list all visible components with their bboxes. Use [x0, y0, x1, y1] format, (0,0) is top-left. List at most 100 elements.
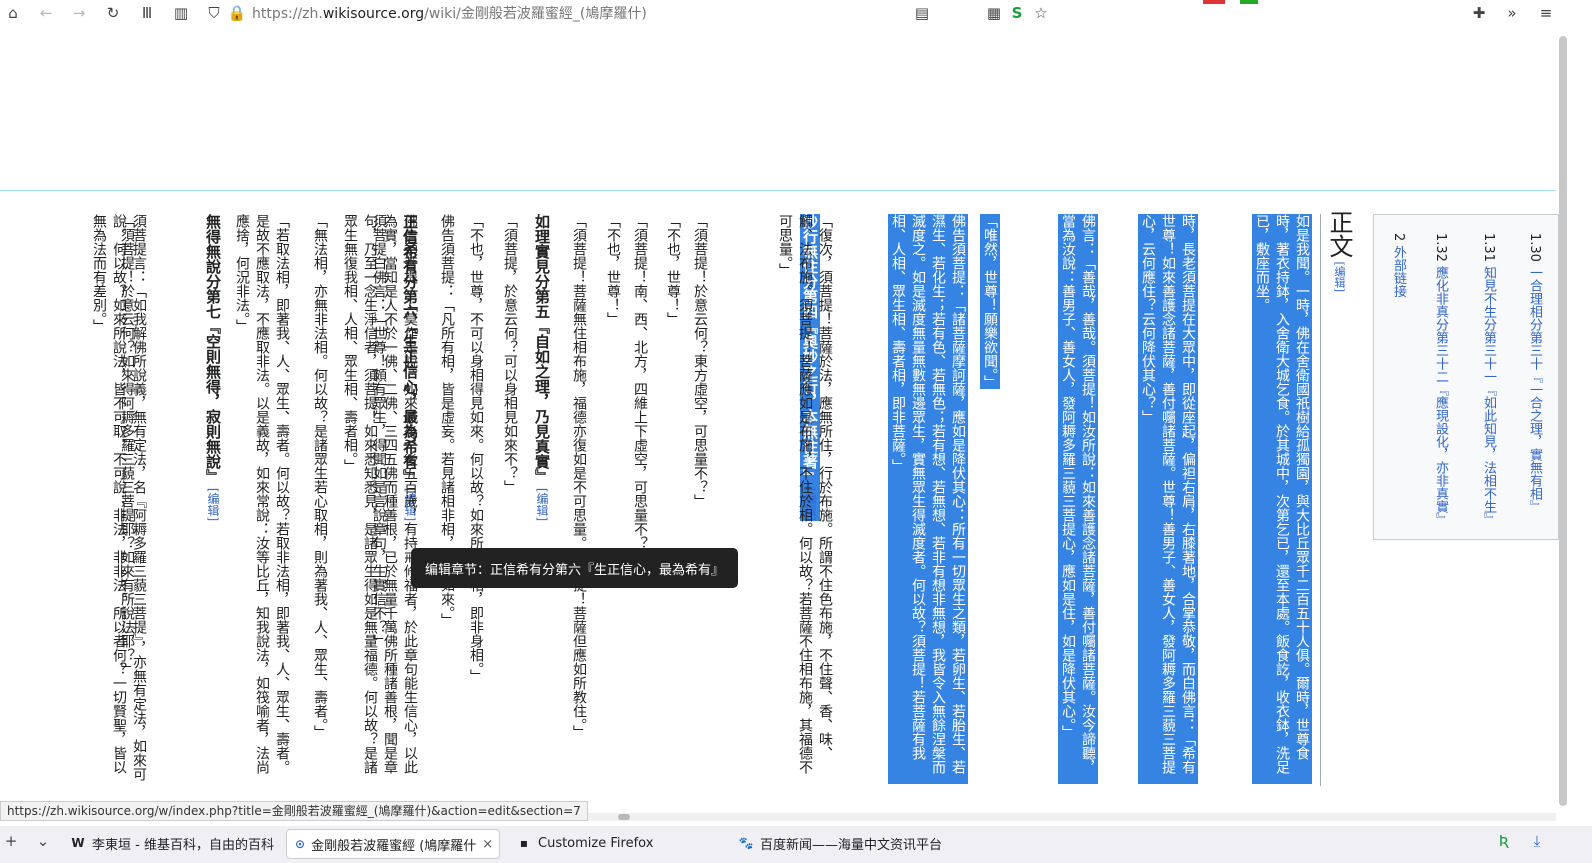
url-domain: wikisource.org — [322, 6, 425, 22]
edit-label[interactable]: 编辑 — [206, 493, 220, 517]
tab-title: 李東垣 - 维基百科，自由的百科 — [92, 837, 274, 853]
column-text: 「不也，世尊，不可以身相得見如來。何以故？如來所說身相，即非身相。」 — [468, 214, 484, 683]
tab-title: Customize Firefox — [538, 835, 654, 851]
column-text: 「不也，世尊！」 — [605, 214, 621, 326]
toc-item-1-30[interactable]: 1.30 一合理相分第三十『一合之理，實無有相』 — [1524, 233, 1544, 513]
address-bar[interactable]: https://zh.wikisource.org/wiki/金剛般若波羅蜜經_… — [252, 3, 647, 23]
download-icon[interactable]: ⤓ — [1528, 832, 1546, 850]
translate-icon[interactable]: Ʀ — [1495, 832, 1513, 850]
scrollbar-thumb[interactable] — [618, 814, 630, 820]
paragraph: 「復次，須菩提！菩薩於法，應無所住，行於布施。所謂不住色布施，不住聲、香、味、觸… — [775, 214, 835, 784]
paragraph: 「須菩提，於意云何？可以身相見如來不？」 — [500, 214, 520, 494]
column-text: 「復次，須菩提！菩薩於法，應無所住，行於布施。所謂不住色布施，不住聲、香、味、觸… — [777, 214, 833, 774]
paragraph: 如是我聞。一時，佛在舍衛國祇樹給孤獨園，與大比丘眾千二百五十人俱。爾時，世尊食時… — [1252, 214, 1312, 784]
paragraph: 「無法相，亦無非法相。何以故？是諸眾生若心取相，則為著我、人、眾生、壽者。」 — [310, 214, 330, 739]
reload-icon[interactable]: ↻ — [104, 4, 122, 22]
toc-item-1-32[interactable]: 1.32 應化非真分第三十二『應現設化，亦非真實』 — [1430, 233, 1450, 526]
home-icon[interactable]: ⌂ — [4, 4, 22, 22]
content-top-border — [0, 190, 1556, 191]
wikipedia-favicon-icon: W — [71, 836, 85, 850]
toc-item-2[interactable]: 2 外部链接 — [1388, 233, 1408, 297]
toc-number: 1.31 — [1481, 233, 1496, 262]
column-text: 「須菩提！南、西、北方，四維上下虛空，可思量不？」 — [632, 214, 648, 564]
tab-wikipedia[interactable]: W 李東垣 - 维基百科，自由的百科 — [62, 829, 276, 857]
paragraph: 佛告須菩提：「莫作是說。如來滅後，後五百歲，有持戒修福者，於此章句能生信心，以此… — [340, 214, 420, 784]
column-text: 佛告須菩提：「諸菩薩摩訶薩，應如是降伏其心：所有一切眾生之類，若卵生、若胎生、若… — [890, 214, 966, 774]
bookmark-star-icon[interactable]: ☆ — [1032, 4, 1050, 22]
forward-icon[interactable]: → — [70, 4, 88, 22]
tab-title: 金剛般若波羅蜜經 (鳩摩羅什 — [311, 838, 477, 854]
new-tab-icon[interactable]: + — [2, 832, 20, 850]
library-icon[interactable]: Ⅲ — [138, 4, 156, 22]
extension-s-icon[interactable]: S — [1008, 4, 1026, 22]
status-url: https://zh.wikisource.org/w/index.php?ti… — [7, 804, 581, 818]
toc-number: 1.32 — [1433, 233, 1448, 262]
column-text: 「不也，世尊！」 — [665, 214, 681, 326]
edit-section-link[interactable]: [编辑] — [206, 484, 220, 521]
chapter-heading: 如理實見分第五『自如之理，乃見真實』 [编辑] — [532, 214, 552, 521]
shield-icon[interactable]: ⛉ — [205, 4, 223, 22]
column-text: 如理實見分第五『自如之理，乃見真實』 — [533, 214, 551, 484]
edit-section-link[interactable]: [编辑] — [535, 484, 549, 521]
tab-list-chevron-icon[interactable]: ⌄ — [34, 832, 52, 850]
lock-icon[interactable]: 🔒 — [228, 4, 247, 22]
column-text: 佛言：「善哉，善哉。須菩提！如汝所說：如來善護念諸菩薩，善付囑諸菩薩。汝今諦聽，… — [1060, 214, 1096, 774]
tab-customize-firefox[interactable]: ▪ Customize Firefox — [508, 829, 718, 857]
paragraph: 「若取法相，即著我、人、眾生、壽者。何以故？若取非法相，即著我、人、眾生、壽者。… — [232, 214, 292, 784]
edit-tooltip: 编辑章节：正信希有分第六『生正信心，最為希有』 — [411, 548, 738, 588]
column-text: 佛告須菩提：「莫作是說。如來滅後，後五百歲，有持戒修福者，於此章句能生信心，以此… — [342, 214, 418, 774]
section-heading-text: 正文 — [1325, 210, 1353, 258]
paragraph: 「不也，世尊！」 — [663, 214, 683, 326]
paragraph: 佛告須菩提：「諸菩薩摩訶薩，應如是降伏其心：所有一切眾生之類，若卵生、若胎生、若… — [888, 214, 968, 784]
column-text: 如是我聞。一時，佛在舍衛國祇樹給孤獨園，與大比丘眾千二百五十人俱。爾時，世尊食時… — [1254, 214, 1310, 774]
reader-icon[interactable]: ▤ — [913, 4, 931, 22]
extension-red-badge[interactable] — [1203, 0, 1225, 4]
toc-label: 外部链接 — [1391, 245, 1406, 298]
vertical-scrollbar[interactable] — [1558, 30, 1568, 810]
heading-divider — [1320, 214, 1321, 786]
paragraph: 「須菩提！菩薩無住相布施，福德亦復如是不可思量。須菩提！菩薩但應如所教住。」 — [569, 214, 589, 739]
baidu-paw-icon: 🐾 — [738, 836, 754, 850]
paragraph: 時，長老須菩提在大眾中，即從座起，偏袒右肩，右膝著地，合掌恭敬，而白佛言：「希有… — [1138, 214, 1198, 784]
table-of-contents: 1.30 一合理相分第三十『一合之理，實無有相』 1.31 知見不生分第三十一『… — [1373, 214, 1559, 540]
column-text: 「須菩提！於意云何？東方虛空，可思量不？」 — [692, 214, 708, 508]
toc-number: 2 — [1391, 233, 1406, 242]
extension-green-badge[interactable] — [1240, 0, 1258, 4]
scrollbar-thumb[interactable] — [1559, 36, 1567, 806]
column-text: 「唯然，世尊！願樂欲聞。」 — [982, 214, 998, 389]
menu-icon[interactable]: ≡ — [1537, 4, 1555, 22]
back-icon[interactable]: ← — [37, 4, 55, 22]
toc-label: 應化非真分第三十二『應現設化，亦非真實』 — [1433, 266, 1448, 527]
column-text: 「無法相，亦無非法相。何以故？是諸眾生若心取相，則為著我、人、眾生、壽者。」 — [312, 214, 328, 739]
paragraph: 須菩提言：「如我解佛所說義，無有定法，名『阿耨多羅三藐三菩提』，亦無有定法，如來… — [89, 214, 149, 784]
column-text: 「須菩提，於意云何？可以身相見如來不？」 — [502, 214, 518, 494]
chapter-heading: 無得無說分第七『空則無得，寂則無說』 [编辑] — [203, 214, 223, 521]
edit-label[interactable]: 编辑 — [535, 493, 549, 517]
toc-label: 一合理相分第三十『一合之理，實無有相』 — [1527, 266, 1542, 514]
column-text: 須菩提言：「如我解佛所說義，無有定法，名『阿耨多羅三藐三菩提』，亦無有定法，如來… — [91, 214, 147, 781]
sidebar-icon[interactable]: ▥ — [172, 4, 190, 22]
paragraph: 「不也，世尊！」 — [603, 214, 623, 326]
tab-close-icon[interactable]: × — [482, 837, 493, 852]
paragraph: 「須菩提！於意云何？東方虛空，可思量不？」 — [690, 214, 710, 508]
overflow-icon[interactable]: » — [1503, 4, 1521, 22]
section-heading: 正文 [编辑] — [1325, 210, 1353, 293]
edit-link[interactable]: 编辑 — [1333, 266, 1346, 288]
url-prefix: https://zh. — [252, 6, 323, 22]
paragraph: 佛言：「善哉，善哉。須菩提！如汝所說：如來善護念諸菩薩，善付囑諸菩薩。汝今諦聽，… — [1058, 214, 1098, 784]
tab-title: 百度新闻——海量中文资讯平台 — [760, 837, 943, 853]
paragraph: 「唯然，世尊！願樂欲聞。」 — [980, 214, 1000, 389]
column-text: 時，長老須菩提在大眾中，即從座起，偏袒右肩，右膝著地，合掌恭敬，而白佛言：「希有… — [1140, 214, 1196, 774]
toc-label: 知見不生分第三十一『如此知見，法相不生』 — [1481, 266, 1496, 527]
extensions-icon[interactable]: ✚ — [1470, 4, 1488, 22]
paragraph: 「不也，世尊，不可以身相得見如來。何以故？如來所說身相，即非身相。」 — [466, 214, 486, 683]
toc-number: 1.30 — [1527, 233, 1542, 262]
wikisource-favicon-icon: ⊙ — [295, 837, 306, 851]
tab-wikisource[interactable]: ⊙ 金剛般若波羅蜜經 (鳩摩羅什 × — [286, 829, 500, 859]
qr-icon[interactable]: ▦ — [985, 4, 1003, 22]
tab-baidu-news[interactable]: 🐾 百度新闻——海量中文资讯平台 — [730, 829, 944, 857]
column-text: 「須菩提！菩薩無住相布施，福德亦復如是不可思量。須菩提！菩薩但應如所教住。」 — [571, 214, 587, 739]
firefox-favicon-icon: ▪ — [519, 836, 529, 850]
tab-strip: + ⌄ W 李東垣 - 维基百科，自由的百科 ⊙ 金剛般若波羅蜜經 (鳩摩羅什 … — [0, 826, 1592, 863]
toc-item-1-31[interactable]: 1.31 知見不生分第三十一『如此知見，法相不生』 — [1478, 233, 1498, 526]
